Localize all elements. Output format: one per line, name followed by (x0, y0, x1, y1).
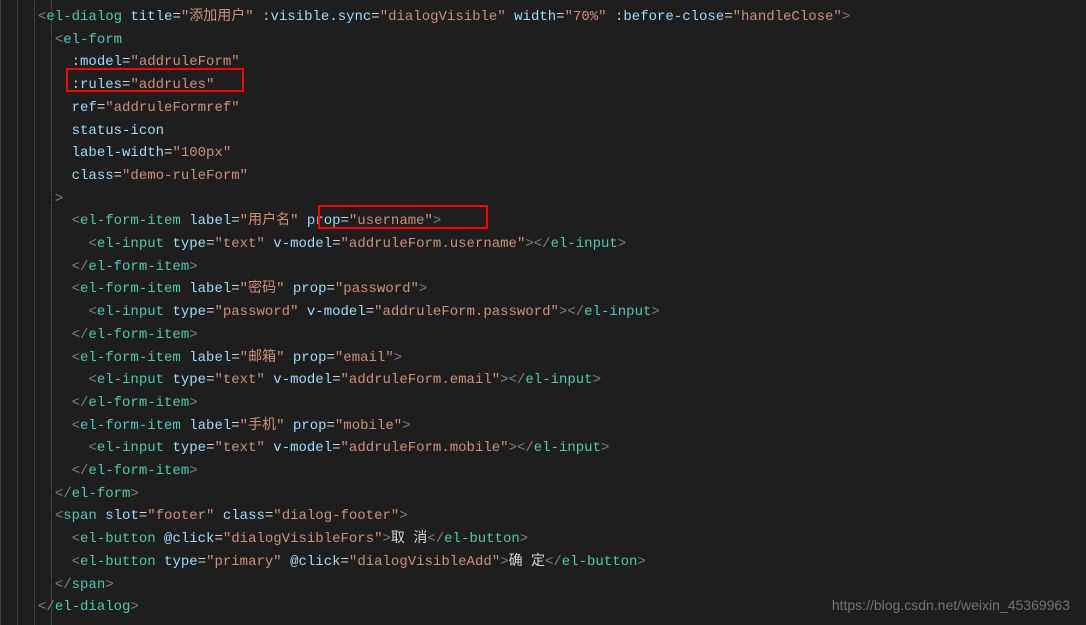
code-line[interactable]: <el-dialog title="添加用户" :visible.sync="d… (38, 6, 1086, 29)
code-line[interactable]: :rules="addrules" (38, 74, 1086, 97)
code-line[interactable]: <el-form (38, 29, 1086, 52)
code-line[interactable]: <el-input type="text" v-model="addruleFo… (38, 369, 1086, 392)
code-line[interactable]: <el-form-item label="密码" prop="password"… (38, 278, 1086, 301)
code-line[interactable]: <el-button type="primary" @click="dialog… (38, 551, 1086, 574)
code-line[interactable]: class="demo-ruleForm" (38, 165, 1086, 188)
code-line[interactable]: :model="addruleForm" (38, 51, 1086, 74)
code-line[interactable]: </span> (38, 574, 1086, 597)
watermark-text: https://blog.csdn.net/weixin_45369963 (832, 594, 1070, 617)
indent-guide (17, 0, 18, 625)
code-line[interactable]: </el-form> (38, 483, 1086, 506)
code-line[interactable]: <span slot="footer" class="dialog-footer… (38, 505, 1086, 528)
indent-guide (34, 0, 35, 625)
code-line[interactable]: status-icon (38, 120, 1086, 143)
code-line[interactable]: <el-input type="text" v-model="addruleFo… (38, 233, 1086, 256)
code-line[interactable]: <el-form-item label="用户名" prop="username… (38, 210, 1086, 233)
indent-guide (0, 0, 1, 625)
code-line[interactable]: <el-form-item label="手机" prop="mobile"> (38, 415, 1086, 438)
code-line[interactable]: <el-input type="password" v-model="addru… (38, 301, 1086, 324)
code-editor-content[interactable]: <el-dialog title="添加用户" :visible.sync="d… (38, 6, 1086, 619)
code-line[interactable]: label-width="100px" (38, 142, 1086, 165)
code-line[interactable]: </el-form-item> (38, 392, 1086, 415)
code-line[interactable]: > (38, 188, 1086, 211)
code-line[interactable]: </el-form-item> (38, 256, 1086, 279)
code-line[interactable]: <el-form-item label="邮箱" prop="email"> (38, 347, 1086, 370)
code-line[interactable]: <el-input type="text" v-model="addruleFo… (38, 437, 1086, 460)
code-line[interactable]: </el-form-item> (38, 324, 1086, 347)
code-line[interactable]: </el-form-item> (38, 460, 1086, 483)
code-line[interactable]: ref="addruleFormref" (38, 97, 1086, 120)
code-line[interactable]: <el-button @click="dialogVisibleFors">取 … (38, 528, 1086, 551)
